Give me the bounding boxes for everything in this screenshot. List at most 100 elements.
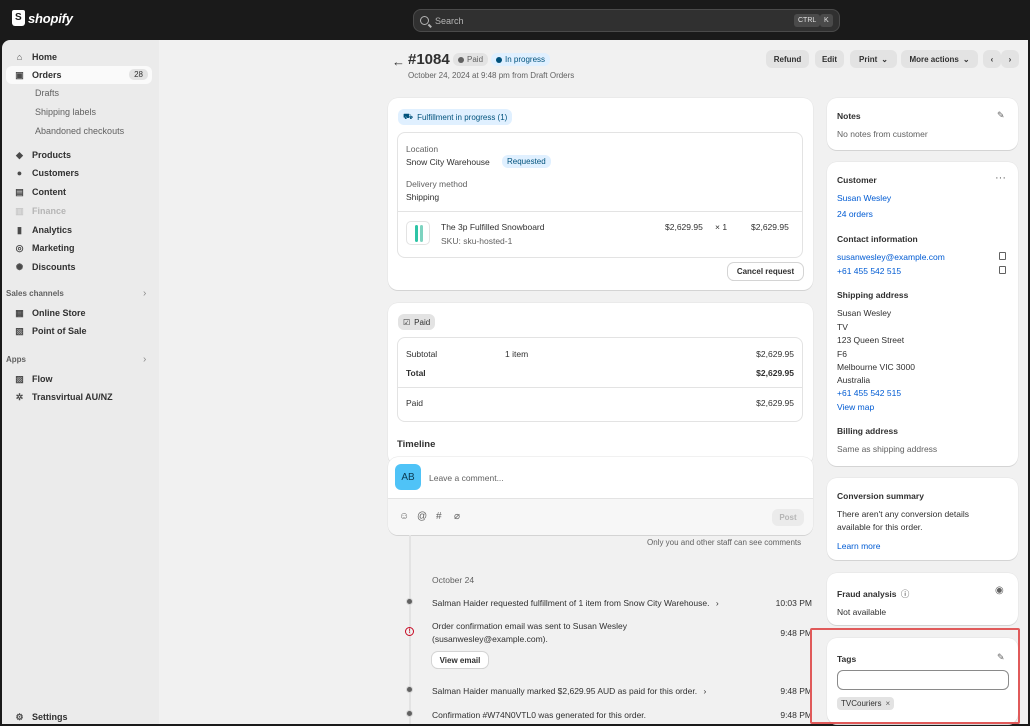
timeline-dot-icon xyxy=(406,686,413,693)
customer-title: Customer xyxy=(837,175,877,185)
print-button[interactable]: Print ⌄ xyxy=(850,50,897,68)
apps-label[interactable]: Apps xyxy=(6,355,26,364)
shipping-phone-link[interactable]: +61 455 542 515 xyxy=(837,388,901,398)
shipping-line: Melbourne VIC 3000 xyxy=(837,362,915,372)
sidebar-item-products[interactable]: ◆ Products xyxy=(6,146,152,164)
timeline-event[interactable]: Salman Haider manually marked $2,629.95 … xyxy=(432,686,706,696)
sidebar-item-shipping-labels[interactable]: Shipping labels xyxy=(6,103,152,121)
sidebar-item-orders[interactable]: ▣ Orders 28 xyxy=(6,66,152,84)
payment-summary: Subtotal 1 item $2,629.95 Total $2,629.9… xyxy=(397,337,803,422)
target-icon: ◎ xyxy=(15,242,24,253)
sidebar-item-transvirtual[interactable]: ✲ Transvirtual AU/NZ xyxy=(6,388,152,406)
refund-button[interactable]: Refund xyxy=(766,50,809,68)
billing-address-title: Billing address xyxy=(837,426,898,436)
mention-icon[interactable]: @ xyxy=(417,511,427,522)
sidebar-item-abandoned-checkouts[interactable]: Abandoned checkouts xyxy=(6,122,152,140)
search-bar[interactable]: Search CTRL K xyxy=(413,9,840,32)
customer-phone-link[interactable]: +61 455 542 515 xyxy=(837,266,901,276)
orders-icon: ▣ xyxy=(15,69,24,80)
status-text: In progress xyxy=(505,55,546,64)
customer-email-link[interactable]: susanwesley@example.com xyxy=(837,252,945,262)
person-icon: ● xyxy=(16,168,23,178)
shipping-line: F6 xyxy=(837,349,847,359)
chevron-right-icon: › xyxy=(715,598,719,608)
chevron-right-icon: › xyxy=(703,686,707,696)
sidebar-item-label: Settings xyxy=(32,712,68,722)
fulfillment-card: ⛟ Fulfillment in progress (1) Location S… xyxy=(388,98,813,290)
sidebar-item-content[interactable]: ▤ Content xyxy=(6,183,152,201)
copy-phone-icon[interactable] xyxy=(999,266,1006,274)
timeline-event: Confirmation #W74N0VTL0 was generated fo… xyxy=(432,710,647,720)
product-name[interactable]: The 3p Fulfilled Snowboard xyxy=(441,222,544,232)
alert-icon: ! xyxy=(405,627,414,636)
location-value: Snow City Warehouse xyxy=(406,157,490,167)
more-options-icon[interactable]: ··· xyxy=(995,172,1006,184)
next-order-button[interactable]: › xyxy=(1001,50,1019,68)
bar-chart-icon: ▮ xyxy=(17,224,22,235)
learn-more-link[interactable]: Learn more xyxy=(837,541,880,551)
event-time: 9:48 PM xyxy=(780,686,812,696)
event-time: 9:48 PM xyxy=(780,628,812,638)
post-button[interactable]: Post xyxy=(772,509,804,526)
notes-card: Notes ✎ No notes from customer xyxy=(827,98,1018,150)
comment-input[interactable]: Leave a comment... xyxy=(429,473,504,483)
sidebar-item-drafts[interactable]: Drafts xyxy=(6,84,152,102)
sidebar-item-customers[interactable]: ● Customers xyxy=(6,164,152,182)
fulfillment-details: Location Snow City Warehouse Requested D… xyxy=(397,132,803,258)
chevron-down-icon: ⌄ xyxy=(962,54,970,64)
sidebar-item-home[interactable]: ⌂ Home xyxy=(6,48,152,66)
flow-icon: ▨ xyxy=(15,373,24,384)
delivery-method-label: Delivery method xyxy=(406,179,468,189)
payment-status-badge: ☑ Paid xyxy=(398,314,436,330)
timeline-event-email-line1: Order confirmation email was sent to Sus… xyxy=(432,621,627,631)
contact-info-title: Contact information xyxy=(837,234,918,244)
sidebar-item-point-of-sale[interactable]: ▧ Point of Sale xyxy=(6,322,152,340)
edit-button[interactable]: Edit xyxy=(815,50,844,68)
comment-box: AB Leave a comment... ☺ @ # ⌀ Post xyxy=(388,457,813,535)
product-thumbnail[interactable] xyxy=(406,221,430,245)
hashtag-icon[interactable]: # xyxy=(436,511,442,522)
more-actions-button[interactable]: More actions ⌄ xyxy=(901,50,978,68)
sidebar-item-marketing[interactable]: ◎ Marketing xyxy=(6,239,152,257)
customer-orders-link[interactable]: 24 orders xyxy=(837,209,873,219)
timeline-event[interactable]: Salman Haider requested fulfillment of 1… xyxy=(432,598,719,608)
chevron-right-icon[interactable]: › xyxy=(143,288,146,299)
billing-address-value: Same as shipping address xyxy=(837,444,938,454)
timeline-dot-icon xyxy=(406,710,413,717)
sidebar-item-label: Discounts xyxy=(32,262,76,272)
sales-channels-label[interactable]: Sales channels xyxy=(6,289,64,298)
cancel-request-button[interactable]: Cancel request xyxy=(728,263,803,280)
shopify-logo[interactable]: shopify xyxy=(12,10,73,26)
customer-name-link[interactable]: Susan Wesley xyxy=(837,193,891,203)
app-frame: shopify Search CTRL K ⌂ Home ▣ Orders 28… xyxy=(0,0,1030,726)
back-arrow-icon[interactable]: ← xyxy=(392,54,405,69)
sidebar-item-discounts[interactable]: ✺ Discounts xyxy=(6,258,152,276)
chevron-right-icon[interactable]: › xyxy=(143,354,146,365)
info-icon[interactable]: ⓘ xyxy=(901,589,910,599)
progress-dot-icon xyxy=(496,56,502,63)
sidebar-item-label: Home xyxy=(32,52,58,62)
edit-notes-pencil-icon[interactable]: ✎ xyxy=(997,110,1007,120)
view-email-button[interactable]: View email xyxy=(432,652,488,668)
highlight-box xyxy=(810,628,1020,724)
sidebar-item-analytics[interactable]: ▮ Analytics xyxy=(6,221,152,239)
event-text: Salman Haider requested fulfillment of 1… xyxy=(432,598,710,608)
product-price: $2,629.95 xyxy=(665,222,703,232)
product-sku: SKU: sku-hosted-1 xyxy=(441,236,513,246)
content-icon: ▤ xyxy=(15,186,24,197)
sidebar-item-online-store[interactable]: ▦ Online Store xyxy=(6,304,152,322)
previous-order-button[interactable]: ‹ xyxy=(983,50,1001,68)
view-map-link[interactable]: View map xyxy=(837,402,874,412)
eye-icon[interactable]: ◉ xyxy=(995,585,1004,596)
location-status-badge: Requested xyxy=(502,155,551,168)
copy-email-icon[interactable] xyxy=(999,252,1006,260)
emoji-icon[interactable]: ☺ xyxy=(399,511,409,522)
orders-count-badge: 28 xyxy=(129,69,148,80)
tag-icon: ◆ xyxy=(16,149,23,160)
attachment-icon[interactable]: ⌀ xyxy=(454,511,460,522)
truck-icon: ⛟ xyxy=(403,112,414,121)
sidebar-item-settings[interactable]: ⚙ Settings xyxy=(6,708,152,726)
sidebar-item-flow[interactable]: ▨ Flow xyxy=(6,370,152,388)
fulfillment-badge-text: Fulfillment in progress (1) xyxy=(417,112,508,122)
product-total: $2,629.95 xyxy=(751,222,789,232)
